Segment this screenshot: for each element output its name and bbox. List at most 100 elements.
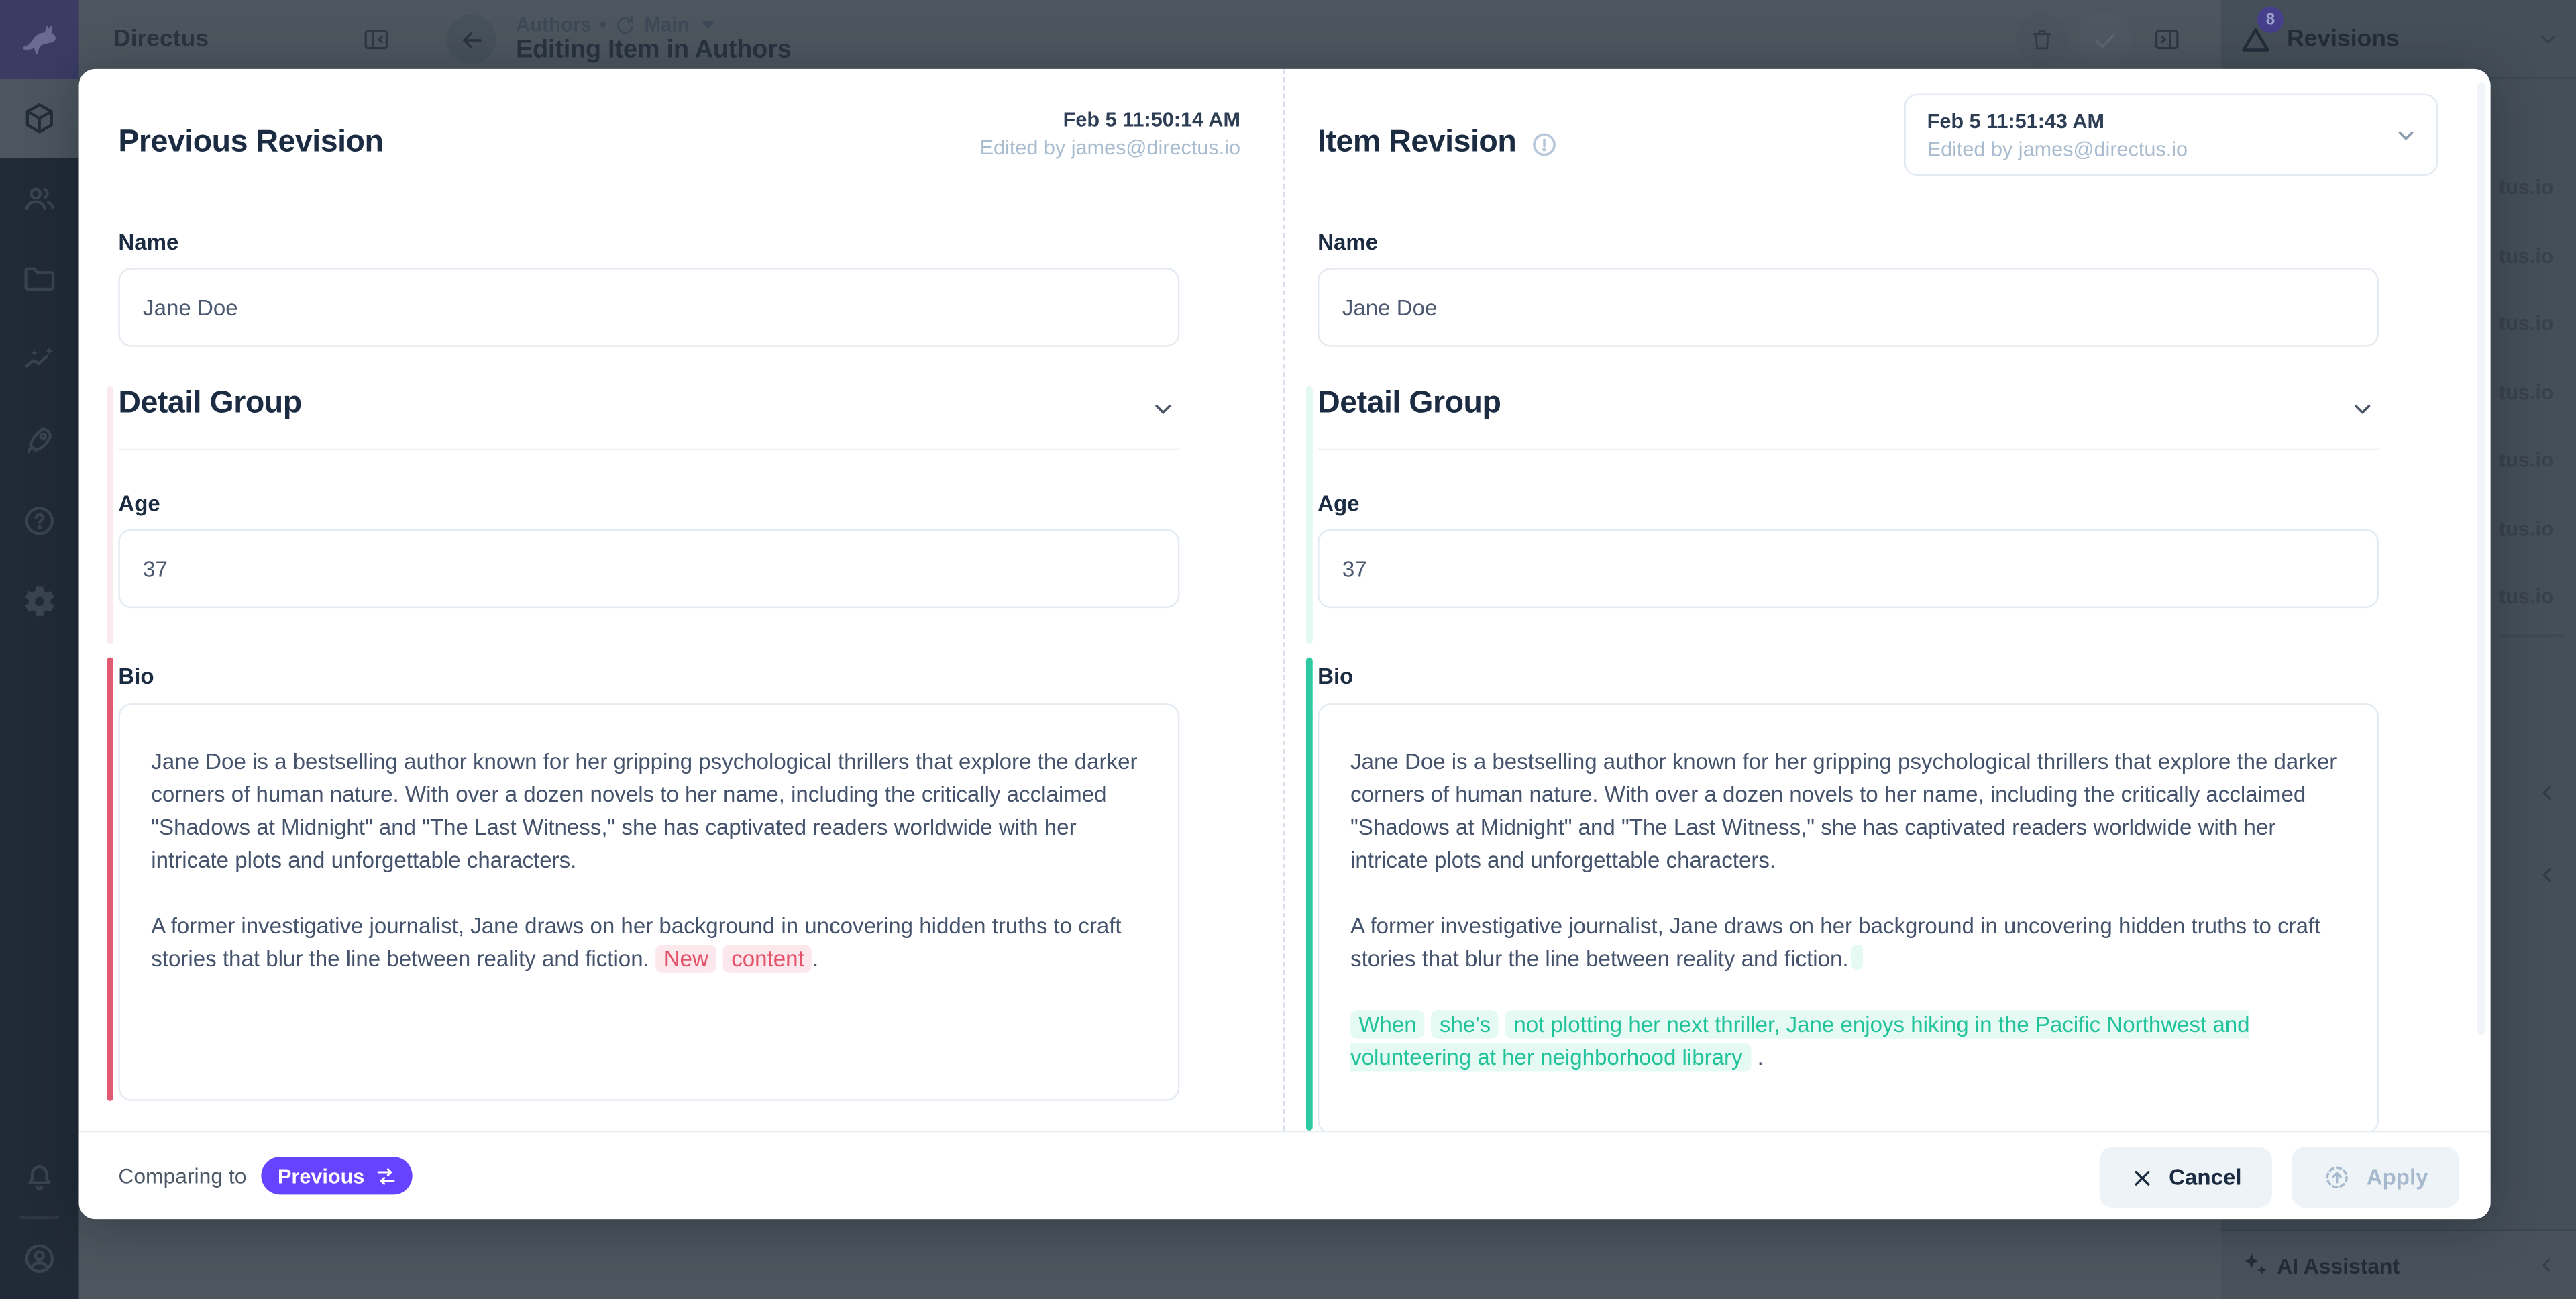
age-input[interactable]: 37 — [1318, 529, 2379, 609]
group-diff-bar-added — [1306, 386, 1312, 644]
module-bar — [0, 0, 79, 1299]
bio-label: Bio — [1318, 664, 1353, 688]
ai-assistant-bar[interactable]: AI Assistant — [2221, 1229, 2576, 1299]
revision-list-item[interactable]: tus.io — [2499, 244, 2576, 267]
diff-added-space — [1851, 945, 1863, 970]
detail-group-title: Detail Group — [1318, 386, 1501, 421]
directus-app: Directus Authors • Main Editing Item in … — [0, 0, 2576, 1299]
previous-revision-timestamp: Feb 5 11:50:14 AM — [654, 107, 1240, 135]
delete-item-button[interactable] — [2016, 13, 2068, 66]
back-button[interactable] — [447, 15, 496, 64]
version-name[interactable]: Main — [644, 13, 689, 36]
age-label: Age — [1318, 491, 1359, 516]
page-title: Editing Item in Authors — [516, 36, 792, 66]
collapse-nav-icon[interactable] — [362, 25, 391, 54]
revision-list-item[interactable]: tus.io — [2499, 585, 2576, 608]
breadcrumb-separator: • — [600, 13, 606, 36]
item-revision-panel: Item Revision Feb 5 11:51:43 AM Edited b… — [1285, 69, 2491, 1131]
save-item-button[interactable] — [2078, 13, 2131, 66]
bio-period: . — [812, 947, 818, 972]
comparing-to-label: Comparing to — [118, 1163, 246, 1188]
bio-textarea[interactable]: Jane Doe is a bestselling author known f… — [1318, 703, 2379, 1134]
module-files-icon[interactable] — [0, 240, 79, 319]
chevron-down-icon — [2394, 123, 2418, 148]
age-label: Age — [118, 491, 160, 516]
app-header: Directus Authors • Main Editing Item in … — [79, 0, 2221, 79]
bio-diff-bar-added — [1306, 658, 1312, 1131]
version-caret-icon[interactable] — [701, 21, 714, 29]
chevron-down-icon[interactable] — [2349, 396, 2375, 422]
modal-scrollbar[interactable] — [2477, 82, 2485, 1035]
apply-button[interactable]: Apply — [2293, 1147, 2460, 1208]
footer-actions: Cancel Apply — [2100, 1147, 2459, 1208]
directus-logo[interactable] — [0, 0, 79, 79]
user-avatar-icon[interactable] — [0, 1219, 79, 1298]
module-insights-icon[interactable] — [0, 321, 79, 400]
previous-revision-edited-by: Edited by james@directus.io — [654, 135, 1240, 163]
diff-removed-text: New — [656, 945, 717, 973]
bio-period: . — [1758, 1045, 1764, 1070]
item-revision-edited-by: Edited by james@directus.io — [1927, 136, 2377, 164]
module-rocket-icon[interactable] — [0, 401, 79, 480]
info-icon — [1529, 129, 1559, 159]
module-content-icon[interactable] — [0, 79, 79, 158]
apply-revision-icon — [2324, 1163, 2352, 1192]
bio-diff-bar-removed — [107, 658, 113, 1101]
detail-group-header[interactable]: Detail Group — [118, 386, 1179, 451]
item-revision-title: Item Revision — [1318, 125, 1559, 161]
bio-paragraph: Jane Doe is a bestselling author known f… — [1350, 749, 2337, 873]
module-settings-icon[interactable] — [0, 562, 79, 641]
revision-list-item[interactable]: tus.io — [2499, 517, 2576, 539]
module-bar-divider — [19, 1216, 59, 1218]
diff-added-text: When — [1350, 1010, 1425, 1039]
chevron-down-icon[interactable] — [1150, 396, 1176, 422]
previous-revision-meta: Feb 5 11:50:14 AM Edited by james@direct… — [654, 107, 1240, 162]
revisions-title: Revisions — [2287, 26, 2400, 52]
previous-revision-title: Previous Revision — [118, 125, 383, 161]
diff-removed-text: content — [723, 945, 812, 973]
collapse-sidebar-icon[interactable] — [2141, 13, 2193, 66]
revisions-count-badge: 8 — [2257, 7, 2284, 33]
chevron-left-icon[interactable] — [2535, 863, 2560, 888]
detail-group-header[interactable]: Detail Group — [1318, 386, 2379, 451]
revision-compare-dialog: Previous Revision Feb 5 11:50:14 AM Edit… — [79, 69, 2491, 1219]
name-label: Name — [118, 230, 178, 255]
item-revision-timestamp: Feb 5 11:51:43 AM — [1927, 109, 2377, 137]
revision-list-item[interactable]: tus.io — [2499, 312, 2576, 335]
module-help-icon[interactable] — [0, 482, 79, 561]
revision-list-item[interactable]: tus.io — [2499, 176, 2576, 199]
chevron-left-icon[interactable] — [2535, 1253, 2558, 1276]
module-users-icon[interactable] — [0, 160, 79, 239]
name-input[interactable]: Jane Doe — [1318, 268, 2379, 347]
notifications-bell-icon[interactable] — [0, 1139, 79, 1218]
breadcrumb-collection[interactable]: Authors — [516, 13, 592, 36]
bio-paragraph: Jane Doe is a bestselling author known f… — [151, 749, 1137, 873]
bio-paragraph: A former investigative journalist, Jane … — [151, 914, 1121, 972]
comparing-to-value: Previous — [278, 1164, 364, 1187]
ai-assistant-label: AI Assistant — [2277, 1253, 2400, 1278]
swap-arrows-icon — [374, 1164, 397, 1187]
bio-paragraph: A former investigative journalist, Jane … — [1350, 914, 2320, 972]
previous-revision-panel: Previous Revision Feb 5 11:50:14 AM Edit… — [79, 69, 1285, 1131]
comparing-to-group: Comparing to Previous — [118, 1157, 412, 1194]
comparing-to-toggle[interactable]: Previous — [262, 1157, 413, 1194]
detail-group-title: Detail Group — [118, 386, 301, 421]
revisions-sidebar-header[interactable]: 8 Revisions — [2221, 0, 2576, 79]
revision-list-item[interactable]: tus.io — [2499, 380, 2576, 403]
chevron-down-icon[interactable] — [2536, 28, 2559, 51]
age-input[interactable]: 37 — [118, 529, 1179, 609]
sparkles-icon — [2239, 1248, 2272, 1281]
group-diff-bar-removed — [107, 386, 113, 644]
sidebar-divider — [2499, 634, 2563, 637]
bio-label: Bio — [118, 664, 154, 688]
chevron-left-icon[interactable] — [2535, 780, 2560, 805]
dialog-footer: Comparing to Previous Cancel Apply — [79, 1131, 2491, 1219]
name-input[interactable]: Jane Doe — [118, 268, 1179, 347]
close-icon — [2131, 1166, 2154, 1189]
breadcrumb: Authors • Main — [516, 13, 714, 36]
cancel-button[interactable]: Cancel — [2100, 1147, 2273, 1208]
revision-list-item[interactable]: tus.io — [2499, 449, 2576, 472]
bio-textarea[interactable]: Jane Doe is a bestselling author known f… — [118, 703, 1179, 1101]
revision-select-dropdown[interactable]: Feb 5 11:51:43 AM Edited by james@direct… — [1904, 94, 2438, 176]
name-label: Name — [1318, 230, 1378, 255]
